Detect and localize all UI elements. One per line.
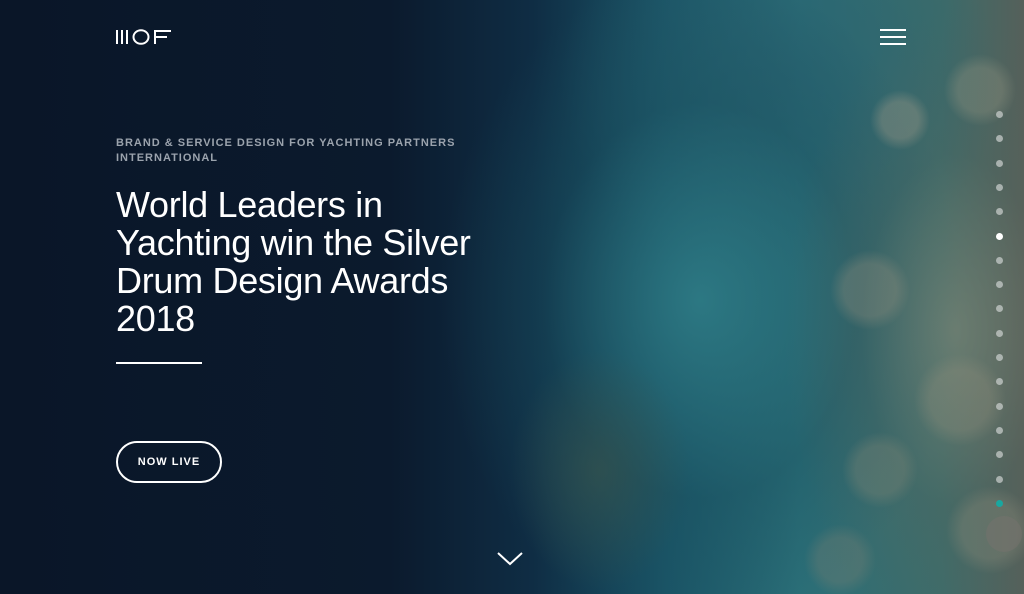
now-live-button[interactable]: NOW LIVE xyxy=(116,441,222,483)
pagination-dot[interactable] xyxy=(996,378,1003,385)
pagination-dot[interactable] xyxy=(996,184,1003,191)
pagination-dot[interactable] xyxy=(996,281,1003,288)
pagination-dot[interactable] xyxy=(996,476,1003,483)
hamburger-menu-button[interactable] xyxy=(878,27,908,47)
mof-logo-icon xyxy=(116,29,171,45)
hero-eyebrow: BRAND & SERVICE DESIGN FOR YACHTING PART… xyxy=(116,137,456,164)
pagination-dot[interactable] xyxy=(996,427,1003,434)
headline-divider xyxy=(116,362,202,364)
pagination-dot[interactable] xyxy=(996,208,1003,215)
hero-headline: World Leaders in Yachting win the Silver… xyxy=(116,184,471,339)
hamburger-menu-icon xyxy=(880,29,906,31)
pagination-dot[interactable] xyxy=(996,233,1003,240)
pagination-dot[interactable] xyxy=(996,257,1003,264)
pagination-dot[interactable] xyxy=(996,500,1003,507)
chevron-down-icon[interactable] xyxy=(496,550,524,568)
pagination-dot[interactable] xyxy=(996,330,1003,337)
pagination-dot[interactable] xyxy=(996,135,1003,142)
pagination-dot[interactable] xyxy=(996,403,1003,410)
pagination-dot[interactable] xyxy=(996,305,1003,312)
pagination-dot[interactable] xyxy=(996,451,1003,458)
slide-pagination xyxy=(994,0,1006,594)
pagination-dot[interactable] xyxy=(996,111,1003,118)
corner-indicator xyxy=(986,516,1022,552)
pagination-dot[interactable] xyxy=(996,160,1003,167)
pagination-dot[interactable] xyxy=(996,354,1003,361)
